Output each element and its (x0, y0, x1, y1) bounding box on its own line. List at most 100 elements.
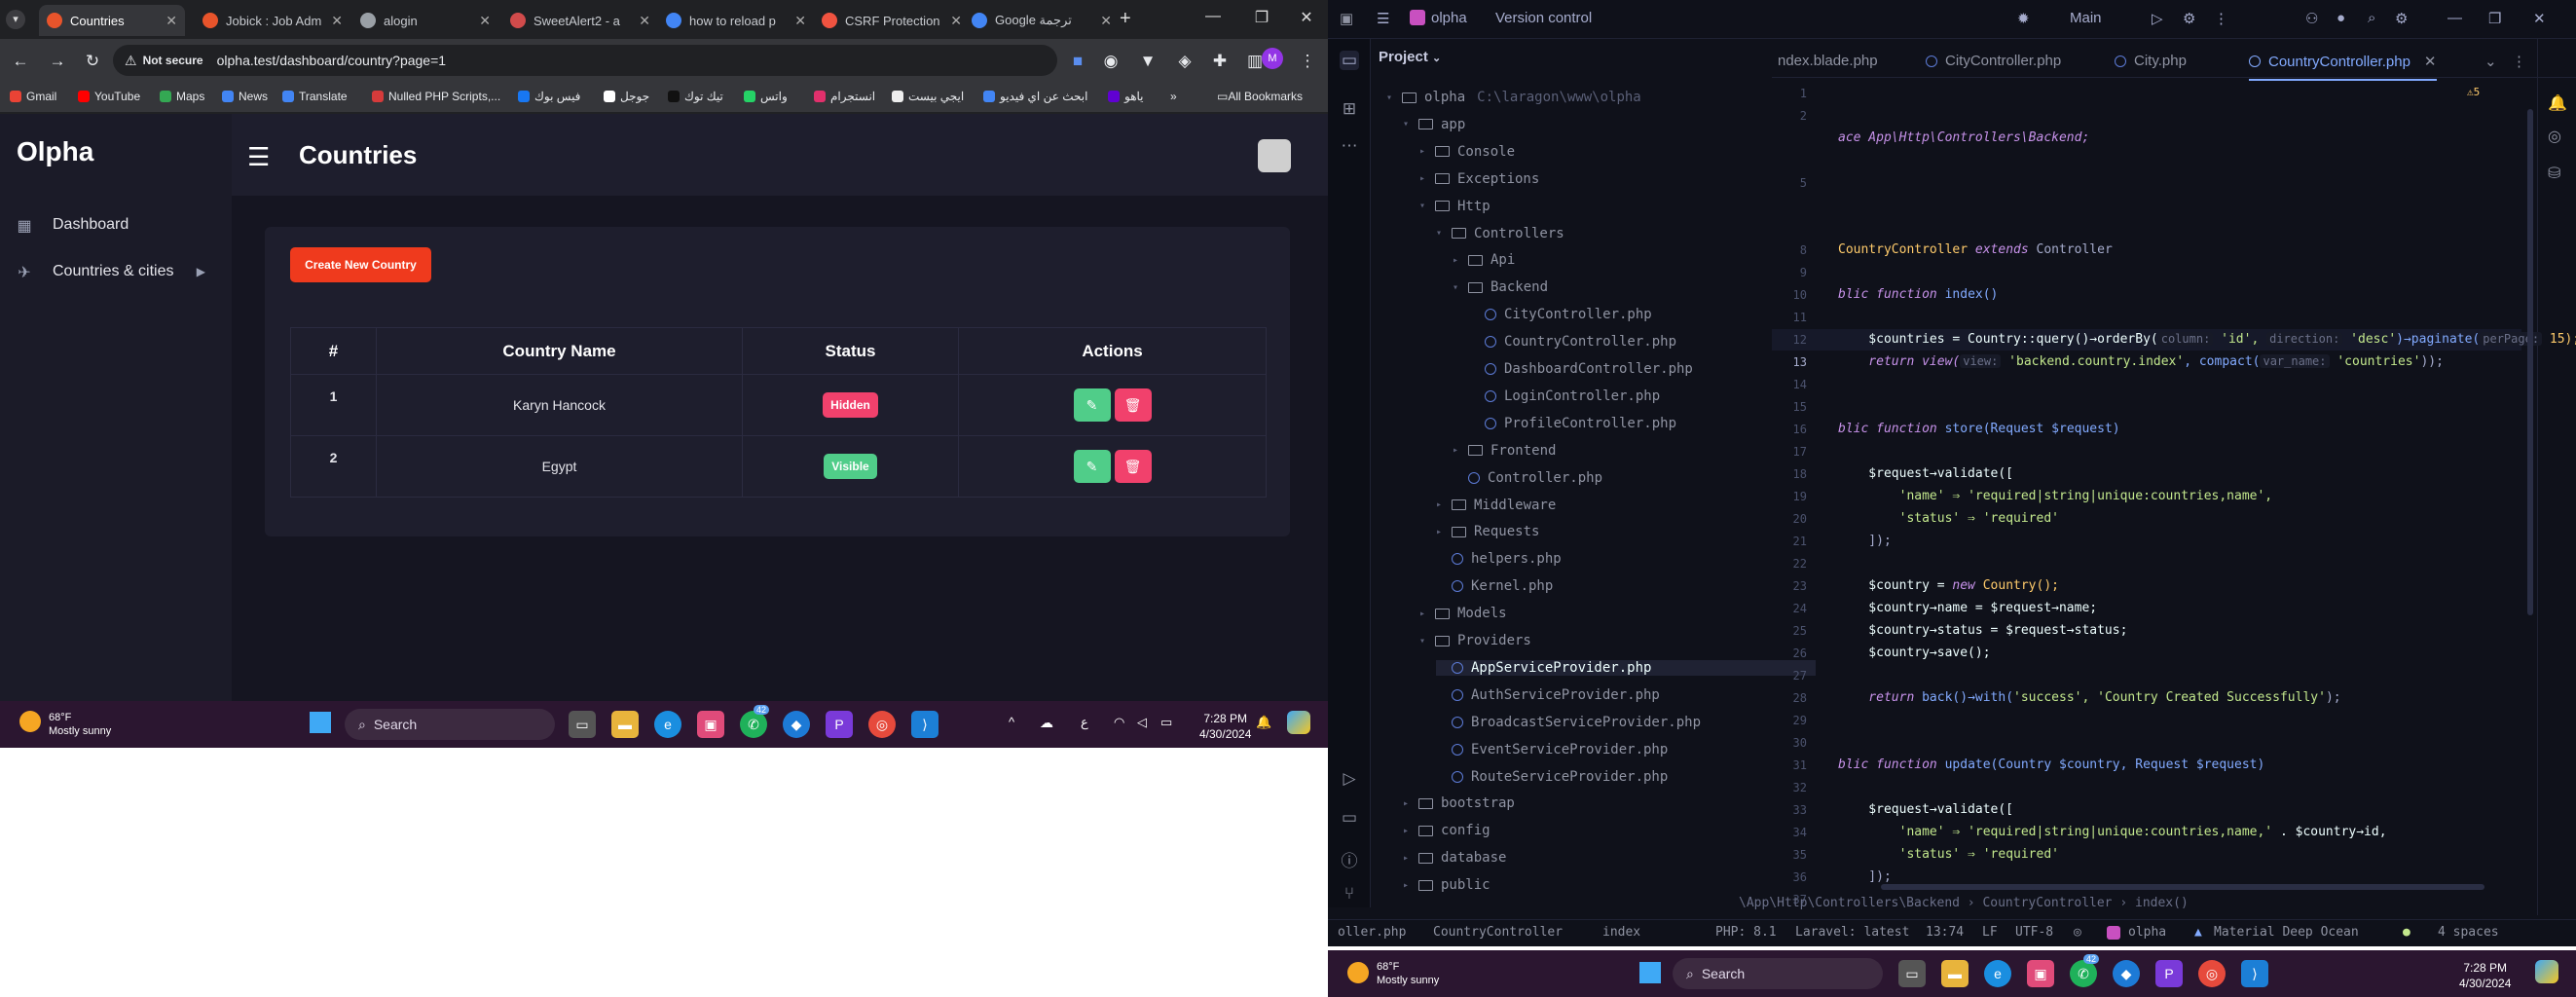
chevron-right-icon[interactable]: ▸ (1453, 445, 1462, 456)
weather-icon[interactable] (19, 711, 41, 732)
add-user-icon[interactable]: ⚇ (2305, 10, 2318, 27)
line-number[interactable]: 32 (1776, 781, 1807, 794)
line-number[interactable]: 14 (1776, 378, 1807, 391)
vscode-icon[interactable]: ⟩ (2241, 960, 2268, 987)
more-icon[interactable]: ⋯ (1340, 136, 1359, 156)
code-line[interactable]: ]); (1838, 534, 1892, 548)
reload-icon[interactable]: ↻ (80, 49, 105, 74)
tree-folder[interactable]: ▸ Console (1419, 144, 1515, 160)
close-icon[interactable]: ✕ (325, 13, 343, 29)
tree-folder[interactable]: ▾ Controllers (1436, 226, 1564, 241)
bookmark-item[interactable]: ايجي بيست (892, 90, 964, 103)
menu-icon[interactable]: ⋮ (1295, 49, 1320, 74)
line-number[interactable]: 19 (1776, 490, 1807, 503)
tab-index-blade[interactable]: ndex.blade.php (1778, 53, 1878, 69)
tree-folder[interactable]: ▸ config (1403, 823, 1490, 838)
maximize-icon[interactable]: ❐ (1242, 8, 1281, 27)
tab-city-controller[interactable]: CityController.php (1926, 53, 2061, 69)
chevron-right-icon[interactable]: ▸ (1453, 255, 1462, 266)
line-number[interactable]: 17 (1776, 445, 1807, 459)
status-theme[interactable]: Material Deep Ocean (2214, 925, 2359, 940)
line-number[interactable]: 25 (1776, 624, 1807, 638)
code-line[interactable]: blic function update(Country $country, R… (1838, 757, 2264, 772)
run-icon[interactable]: ▷ (2152, 10, 2163, 27)
tree-folder[interactable]: ▸ database (1403, 850, 1506, 866)
chevron-down-icon[interactable]: ▾ (1453, 282, 1462, 293)
tree-folder[interactable]: ▸ Frontend (1453, 443, 1556, 459)
bookmark-item[interactable]: Translate (282, 90, 348, 103)
tree-file[interactable]: AuthServiceProvider.php (1436, 687, 1660, 703)
tree-file[interactable]: ProfileController.php (1469, 416, 1676, 431)
bookmark-item[interactable]: Gmail (10, 90, 56, 103)
tree-file[interactable]: Controller.php (1453, 470, 1602, 486)
code-line[interactable]: ace App\Http\Controllers\Backend; (1838, 130, 2089, 145)
line-number[interactable]: 26 (1776, 646, 1807, 660)
project-panel-header[interactable]: Project ⌄ (1379, 49, 1441, 65)
tree-folder[interactable]: ▸ Middleware (1436, 498, 1556, 513)
sidebar-item-countries[interactable]: ✈ Countries & cities ▶ (16, 263, 205, 281)
new-tab-button[interactable]: + (1120, 8, 1131, 30)
extension-icon[interactable]: ■ (1065, 49, 1090, 74)
tab-reload[interactable]: how to reload p ✕ (658, 5, 814, 36)
line-number[interactable]: 20 (1776, 512, 1807, 526)
code-line[interactable]: ]); (1838, 869, 1892, 884)
chevron-up-icon[interactable]: ^ (1009, 715, 1014, 729)
ai-icon[interactable]: ● (2337, 10, 2345, 26)
back-icon[interactable]: ← (8, 49, 33, 74)
profile-avatar[interactable]: M (1262, 48, 1283, 69)
puzzle-icon[interactable]: ✚ (1207, 49, 1233, 74)
bookmark-item[interactable]: تيك توك (668, 90, 723, 103)
close-icon[interactable]: ✕ (789, 13, 806, 29)
code-line[interactable]: $request→validate([ (1838, 802, 2013, 817)
horizontal-scrollbar[interactable] (1881, 884, 2484, 890)
bookmark-item[interactable]: Nulled PHP Scripts,... (372, 90, 500, 103)
chevron-right-icon[interactable]: ▸ (1403, 826, 1413, 836)
bookmarks-overflow[interactable]: » (1170, 90, 1177, 103)
status-method[interactable]: index (1602, 925, 1640, 940)
git-icon[interactable]: ⑂ (1340, 884, 1359, 904)
settings-gear-icon[interactable]: ⚙ (2183, 10, 2195, 27)
tree-file[interactable]: EventServiceProvider.php (1436, 742, 1668, 757)
structure-icon[interactable]: ⊞ (1340, 99, 1359, 119)
copilot-icon[interactable] (2535, 960, 2558, 983)
bookmark-item[interactable]: News (222, 90, 268, 103)
tab-sweetalert[interactable]: SweetAlert2 - a ✕ (502, 5, 658, 36)
forward-icon[interactable]: → (45, 49, 70, 74)
volume-icon[interactable]: ◁ (1137, 715, 1147, 730)
line-number[interactable]: 28 (1776, 691, 1807, 705)
close-icon[interactable]: ✕ (944, 13, 962, 29)
tabs-dropdown-icon[interactable]: ⌄ (2484, 53, 2497, 70)
weather-widget[interactable]: 68°F Mostly sunny (49, 711, 111, 738)
file-explorer-icon[interactable]: ▬ (1941, 960, 1969, 987)
code-line[interactable]: blic function index() (1838, 287, 1998, 302)
bookmark-item[interactable]: واتس (744, 90, 788, 103)
terminal-icon[interactable]: ▭ (1340, 808, 1359, 828)
close-icon[interactable]: ✕ (473, 13, 491, 29)
sidebar-item-dashboard[interactable]: ▦ Dashboard (16, 216, 129, 235)
chevron-right-icon[interactable]: ▸ (1436, 527, 1446, 537)
chrome-icon[interactable]: ◎ (2198, 960, 2226, 987)
delete-button[interactable]: 🗑 (1114, 450, 1152, 483)
line-number[interactable]: 13 (1776, 355, 1807, 369)
notifications-icon[interactable]: 🔔 (2548, 93, 2567, 113)
vscode-icon[interactable]: ⟩ (911, 711, 938, 738)
chrome-icon[interactable]: ◎ (868, 711, 896, 738)
inspection-icon[interactable]: ◎ (2074, 925, 2081, 940)
line-number[interactable]: 33 (1776, 803, 1807, 817)
tab-city-model[interactable]: City.php (2115, 53, 2187, 69)
file-explorer-icon[interactable]: ▬ (611, 711, 639, 738)
line-number[interactable]: 21 (1776, 535, 1807, 548)
code-line[interactable]: $request→validate([ (1838, 466, 2013, 481)
close-window-icon[interactable]: ✕ (2533, 10, 2546, 27)
line-number[interactable]: 12 (1776, 333, 1807, 347)
taskbar-search[interactable]: ⌕ Search (345, 709, 555, 740)
not-secure-label[interactable]: Not secure (143, 54, 203, 67)
app-logo[interactable]: Olpha (17, 136, 93, 167)
code-line[interactable]: 'name' ⇒ 'required|string|unique:countri… (1838, 825, 2387, 839)
copilot-icon[interactable] (1287, 711, 1310, 734)
edge-icon[interactable]: e (1984, 960, 2011, 987)
line-number[interactable]: 5 (1776, 176, 1807, 190)
bookmark-item[interactable]: جوجل (604, 90, 649, 103)
windows-start-icon[interactable] (1639, 962, 1661, 983)
line-number[interactable]: 10 (1776, 288, 1807, 302)
